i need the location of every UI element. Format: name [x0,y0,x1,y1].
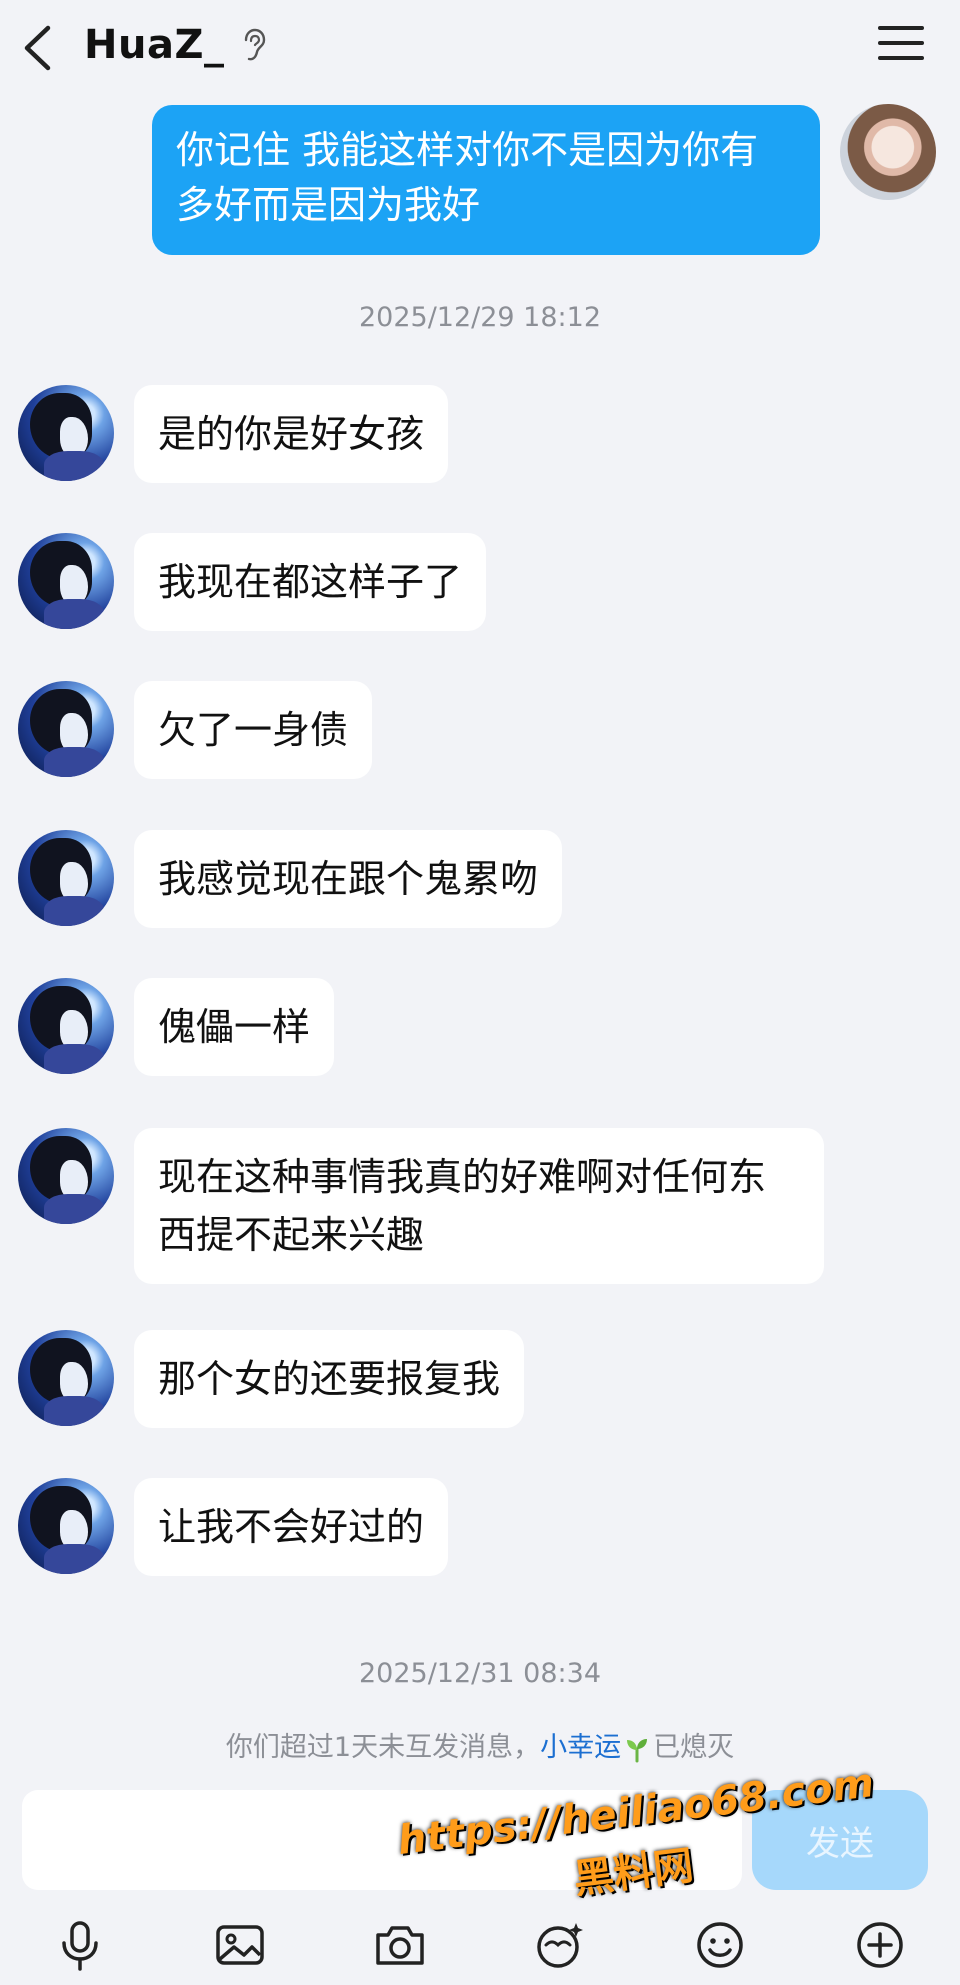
contact-avatar[interactable] [18,533,114,629]
plus-icon [857,1922,903,1968]
contact-avatar[interactable] [18,385,114,481]
incoming-message-bubble[interactable]: 傀儡一样 [134,978,335,1076]
more-button[interactable] [852,1917,908,1973]
voice-button[interactable] [52,1917,108,1973]
menu-line-icon [878,41,924,45]
incoming-message-bubble[interactable]: 我现在都这样子了 [134,533,487,631]
bottom-toolbar [0,1905,960,1985]
contact-avatar[interactable] [18,1478,114,1574]
contact-avatar[interactable] [18,978,114,1074]
contact-avatar[interactable] [18,1128,114,1224]
sticker-button[interactable] [532,1917,588,1973]
outgoing-message-bubble[interactable]: 你记住 我能这样对你不是因为你有多好而是因为我好 [152,105,820,255]
incoming-message-bubble[interactable]: 让我不会好过的 [134,1478,449,1576]
back-button[interactable] [22,20,62,76]
timestamp: 2025/12/31 08:34 [358,1658,601,1689]
incoming-message-bubble[interactable]: 那个女的还要报复我 [134,1330,525,1428]
streak-note-suffix: 已熄灭 [653,1732,735,1763]
streak-link[interactable]: 小幸运 [540,1732,621,1763]
timestamp: 2025/12/29 18:12 [358,302,601,333]
camera-icon [376,1926,424,1965]
title-wrap[interactable]: HuaZ_ [84,22,266,68]
contact-avatar[interactable] [18,830,114,926]
streak-note-prefix: 你们超过1天未互发消息， [225,1732,541,1763]
incoming-message-bubble[interactable]: 是的你是好女孩 [134,385,449,483]
incoming-message-bubble[interactable]: 欠了一身债 [134,681,373,779]
contact-avatar[interactable] [18,681,114,777]
incoming-message-bubble[interactable]: 现在这种事情我真的好难啊对任何东西提不起来兴趣 [134,1128,824,1284]
emoji-icon [697,1922,743,1968]
camera-button[interactable] [372,1917,428,1973]
menu-line-icon [878,26,924,30]
sticker-icon [537,1923,583,1968]
menu-line-icon [878,56,924,60]
chat-screen: HuaZ_ 你记住 我能这样对你不是因为你有多好而是因为我好 2025/12/2… [0,0,960,1985]
menu-button[interactable] [878,26,924,66]
image-button[interactable] [212,1917,268,1973]
microphone-icon [62,1921,98,1971]
chat-header: HuaZ_ [0,0,960,96]
sprout-icon [627,1738,648,1762]
streak-status-note: 你们超过1天未互发消息，小幸运 已熄灭 [0,1725,960,1764]
image-icon [216,1925,264,1965]
incoming-message-bubble[interactable]: 我感觉现在跟个鬼累吻 [134,830,563,928]
ear-icon[interactable] [240,28,266,62]
chevron-left-icon [24,25,51,71]
contact-avatar[interactable] [18,1330,114,1426]
emoji-button[interactable] [692,1917,748,1973]
my-avatar[interactable] [840,104,936,200]
contact-name: HuaZ_ [84,22,225,68]
